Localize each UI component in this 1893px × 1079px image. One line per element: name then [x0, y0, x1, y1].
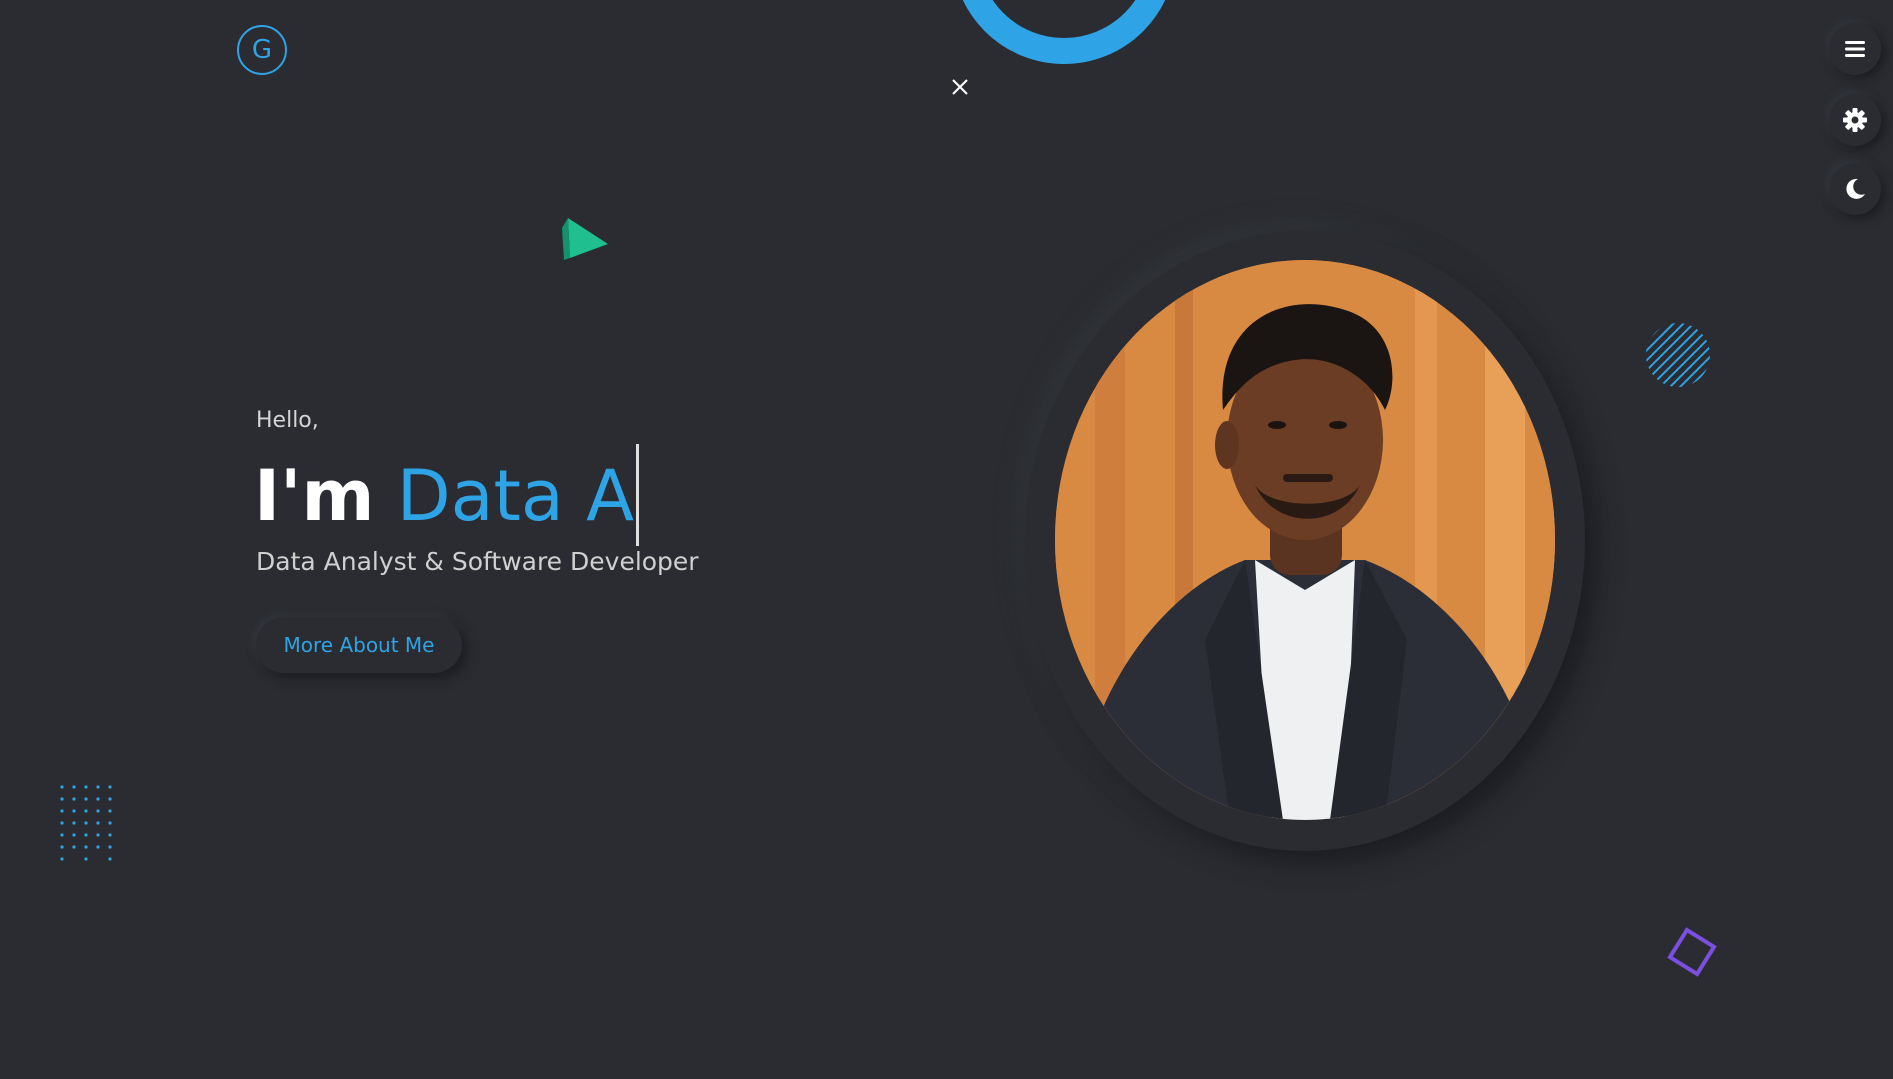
logo-letter: G — [251, 35, 273, 65]
logo[interactable]: G — [237, 25, 287, 75]
triangle-decoration — [562, 218, 608, 260]
more-about-me-button[interactable]: More About Me — [256, 617, 462, 673]
typing-caret — [635, 444, 639, 546]
subtitle: Data Analyst & Software Developer — [256, 547, 699, 576]
settings-button[interactable] — [1829, 94, 1881, 146]
diamond-decoration — [1667, 927, 1717, 977]
dot-grid-decoration — [60, 785, 112, 861]
gear-icon — [1843, 108, 1867, 132]
portrait-photo — [1055, 260, 1555, 820]
theme-toggle-button[interactable] — [1829, 163, 1881, 215]
moon-icon — [1846, 178, 1865, 199]
hamburger-menu-icon — [1845, 41, 1865, 57]
headline: I'm Data A — [254, 444, 639, 552]
greeting: Hello, — [256, 408, 319, 433]
typed-role: Data A — [396, 455, 634, 538]
ring-decoration — [952, 0, 1176, 64]
close-icon — [952, 79, 968, 95]
menu-button[interactable] — [1829, 23, 1881, 75]
headline-im: I'm — [254, 455, 375, 538]
close-button[interactable] — [947, 74, 973, 100]
striped-circle-decoration — [1646, 323, 1710, 387]
